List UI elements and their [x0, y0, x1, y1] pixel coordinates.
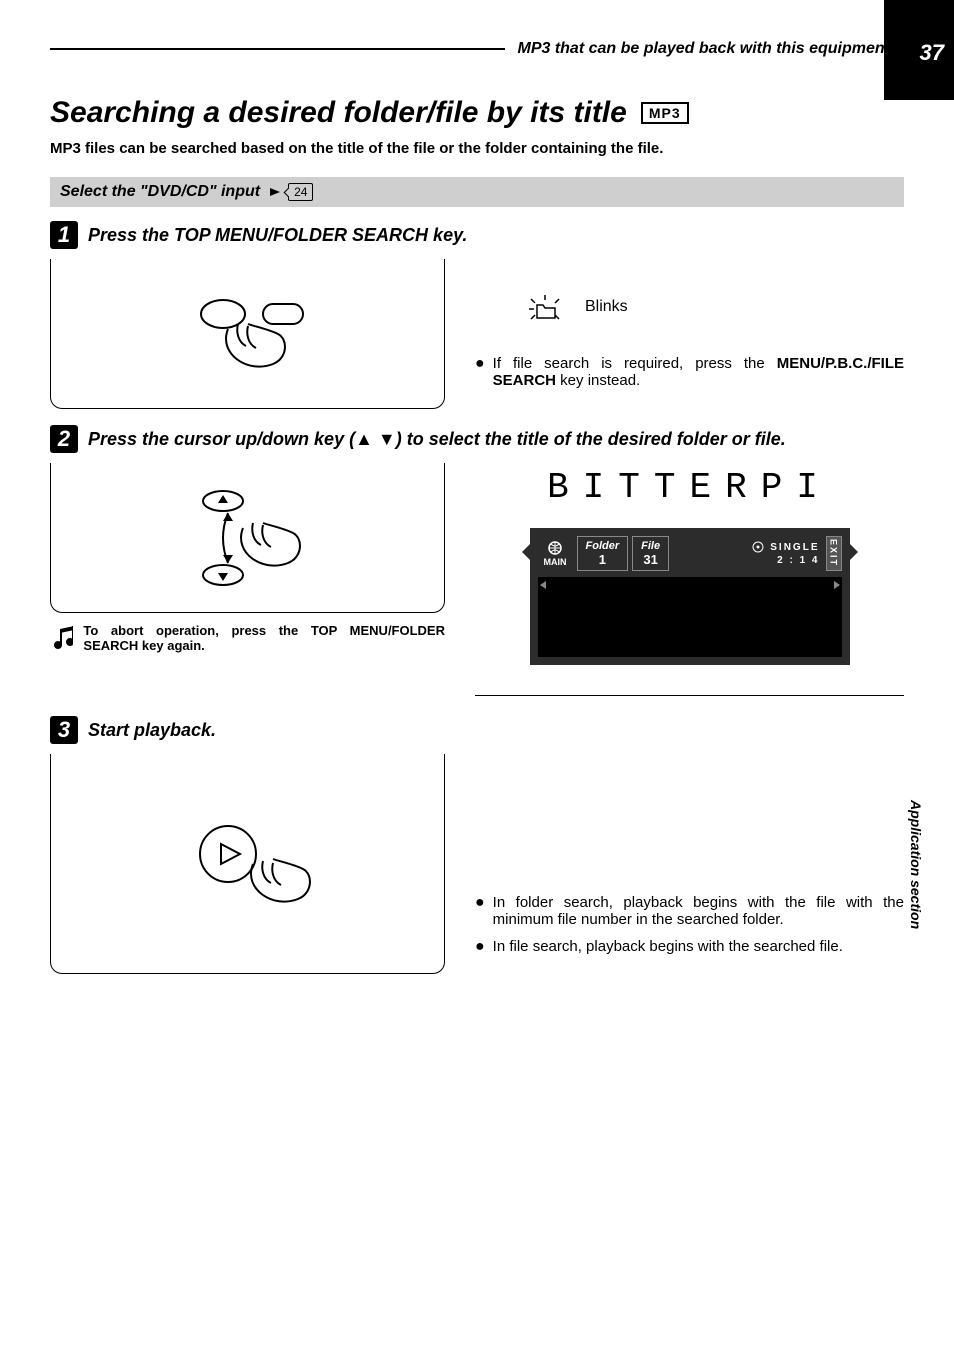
- osd-file-label: File: [641, 540, 660, 552]
- step-3-badge: 3: [50, 716, 78, 744]
- osd-file-value: 31: [641, 552, 660, 567]
- osd-folder-label: Folder: [586, 540, 620, 552]
- osd-main-label: MAIN: [544, 557, 567, 567]
- page-number: 37: [920, 40, 944, 66]
- step-2-title: Press the cursor up/down key (▲ ▼) to se…: [88, 429, 786, 450]
- step-3-bullet-1: ● In folder search, playback begins with…: [475, 894, 904, 928]
- step-1-note-suffix: key instead.: [556, 372, 640, 389]
- globe-icon: [548, 541, 562, 555]
- step-3-bullet-2: ● In file search, playback begins with t…: [475, 938, 904, 956]
- blinks-label: Blinks: [585, 298, 628, 316]
- step-2-badge: 2: [50, 425, 78, 453]
- arrow-right-icon: [270, 188, 280, 196]
- music-note-icon: [50, 623, 73, 651]
- bullet-icon: ●: [475, 938, 485, 956]
- prerequisite-bar: Select the "DVD/CD" input 24: [50, 177, 904, 207]
- osd-single-label: SINGLE: [770, 542, 819, 553]
- folder-blink-icon: [525, 289, 565, 325]
- step-3-heading: 3 Start playback.: [50, 716, 904, 744]
- page-ref-number: 24: [288, 183, 313, 201]
- step-3-title: Start playback.: [88, 720, 216, 741]
- osd-exit-label: EXIT: [826, 536, 842, 571]
- osd-file-box: File 31: [632, 536, 669, 571]
- step-1-heading: 1 Press the TOP MENU/FOLDER SEARCH key.: [50, 221, 904, 249]
- prerequisite-text: Select the "DVD/CD" input: [60, 183, 260, 201]
- osd-folder-box: Folder 1: [577, 536, 629, 571]
- mp3-badge: MP3: [641, 102, 689, 124]
- osd-main-cell: MAIN: [538, 536, 573, 571]
- page-title-text: Searching a desired folder/file by its t…: [50, 96, 627, 130]
- hand-press-play-icon: [168, 794, 328, 934]
- osd-folder-value: 1: [586, 552, 620, 567]
- osd-single-box: SINGLE 2 : 1 4: [673, 536, 821, 571]
- step-1-note-prefix: If file search is required, press the: [493, 355, 777, 372]
- osd-screen-area: [538, 577, 842, 657]
- section-header: MP3 that can be played back with this eq…: [517, 40, 890, 58]
- step-3-bullet-2-text: In file search, playback begins with the…: [493, 938, 843, 956]
- step-1-illustration: [50, 259, 445, 409]
- hand-press-button-icon: [168, 284, 328, 384]
- step-1-note: ● If file search is required, press the …: [475, 355, 904, 389]
- disc-icon: [752, 541, 764, 553]
- step-2-abort-text: To abort operation, press the TOP MENU/F…: [83, 623, 445, 653]
- side-section-tab: Application section: [908, 800, 924, 929]
- osd-display: MAIN Folder 1 File 31 SINGLE: [530, 528, 850, 665]
- display-readout: BITTERPI: [475, 467, 904, 508]
- osd-time-value: 2 : 1 4: [777, 555, 819, 566]
- step-1-title: Press the TOP MENU/FOLDER SEARCH key.: [88, 225, 467, 246]
- bullet-icon: ●: [475, 355, 485, 389]
- step-1-badge: 1: [50, 221, 78, 249]
- hand-cursor-updown-icon: [168, 473, 328, 603]
- step-3-bullet-1-text: In folder search, playback begins with t…: [493, 894, 904, 928]
- header-rule-row: MP3 that can be played back with this eq…: [50, 40, 904, 58]
- page-reference: 24: [270, 183, 313, 201]
- step-2-illustration: [50, 463, 445, 613]
- step-2-abort-note: To abort operation, press the TOP MENU/F…: [50, 623, 445, 653]
- intro-text: MP3 files can be searched based on the t…: [50, 140, 904, 157]
- bullet-icon: ●: [475, 894, 485, 928]
- page-title: Searching a desired folder/file by its t…: [50, 96, 904, 130]
- step-3-illustration: [50, 754, 445, 974]
- step-2-heading: 2 Press the cursor up/down key (▲ ▼) to …: [50, 425, 904, 453]
- divider: [475, 695, 904, 696]
